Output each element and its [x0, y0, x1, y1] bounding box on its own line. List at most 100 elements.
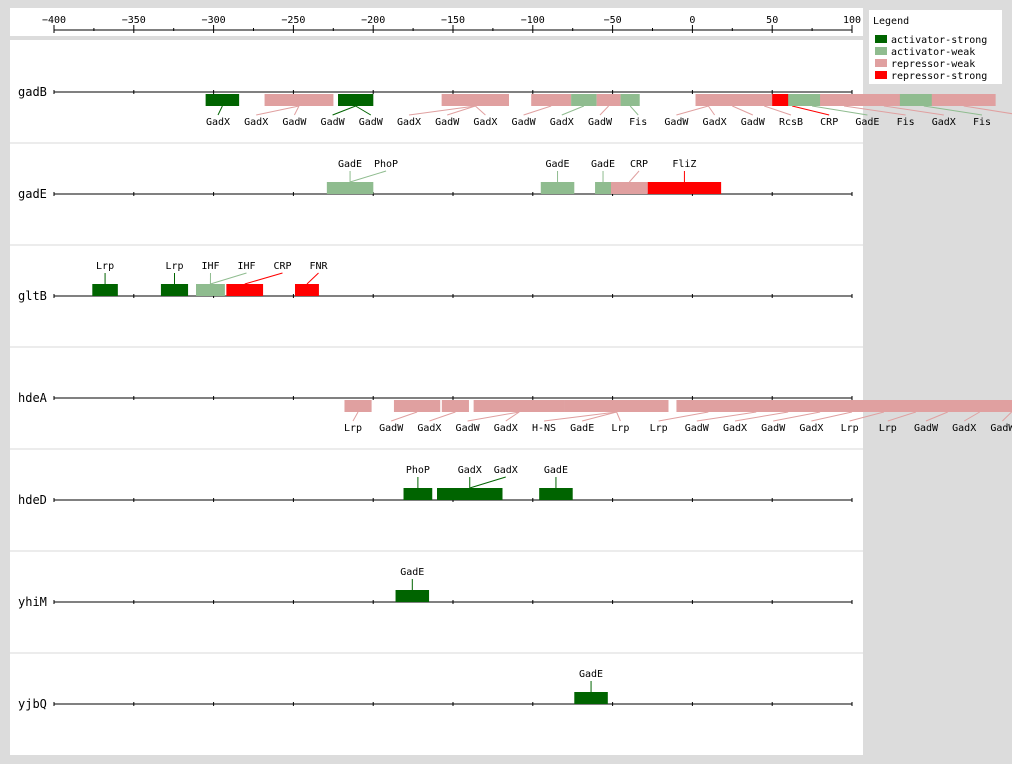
- binding-site-label: GadW: [512, 117, 537, 128]
- binding-site-label: Lrp: [879, 423, 897, 434]
- binding-site-label: IHF: [237, 261, 255, 272]
- binding-site-diagram: −400 −350 −300 −250 −200 −150 −100 −50 0 50 100 ga…: [10, 8, 1012, 755]
- binding-site-label: H-NS: [532, 423, 556, 434]
- binding-site-activator-strong[interactable]: [338, 94, 374, 106]
- binding-site-repressor-weak[interactable]: [531, 94, 572, 106]
- gene-name-label: yjbQ: [18, 697, 47, 711]
- legend-title: Legend: [873, 16, 909, 27]
- binding-site-label: GadX: [952, 423, 976, 434]
- binding-site-repressor-weak[interactable]: [441, 94, 509, 106]
- binding-site-label: GadW: [379, 423, 404, 434]
- binding-site-label: GadW: [456, 423, 481, 434]
- binding-site-label: IHF: [201, 261, 219, 272]
- legend-label-repressor-strong: repressor-strong: [891, 71, 987, 82]
- binding-site-label: GadW: [588, 117, 613, 128]
- binding-site-activator-strong[interactable]: [92, 284, 118, 296]
- binding-site-activator-strong[interactable]: [205, 94, 240, 106]
- binding-site-repressor-weak[interactable]: [564, 400, 669, 412]
- binding-site-repressor-weak[interactable]: [473, 400, 565, 412]
- binding-site-label: GadE: [338, 159, 362, 170]
- binding-site-label: Lrp: [344, 423, 362, 434]
- binding-site-label: GadW: [685, 423, 710, 434]
- legend-swatch-repressor-weak: [875, 59, 887, 67]
- binding-site-repressor-strong[interactable]: [226, 284, 264, 296]
- axis-tick-label: −100: [521, 15, 545, 26]
- axis-tick-label: 0: [689, 15, 695, 26]
- legend-swatch-activator-weak: [875, 47, 887, 55]
- axis-tick-label: −50: [604, 15, 622, 26]
- axis-tick-label: 100: [843, 15, 861, 26]
- binding-site-activator-weak[interactable]: [620, 94, 640, 106]
- axis-tick-label: −150: [441, 15, 465, 26]
- binding-site-activator-weak[interactable]: [571, 94, 597, 106]
- binding-site-label: GadX: [723, 423, 747, 434]
- binding-site-label: Lrp: [650, 423, 668, 434]
- axis-tick-label: −200: [361, 15, 385, 26]
- gene-name-label: gltB: [18, 289, 47, 303]
- binding-site-label: GadW: [321, 117, 346, 128]
- binding-site-activator-strong[interactable]: [403, 488, 433, 500]
- binding-site-label: GadE: [400, 567, 424, 578]
- binding-site-label: GadW: [741, 117, 766, 128]
- binding-site-label: RcsB: [779, 117, 803, 128]
- binding-site-label: PhoP: [374, 159, 398, 170]
- binding-site-label: GadW: [359, 117, 384, 128]
- axis-tick-label: −250: [281, 15, 305, 26]
- binding-site-label: GadX: [417, 423, 441, 434]
- binding-site-label: GadX: [494, 465, 518, 476]
- binding-site-activator-strong[interactable]: [395, 590, 430, 602]
- binding-site-repressor-weak[interactable]: [393, 400, 441, 412]
- site-leader: [887, 411, 916, 422]
- binding-site-activator-strong[interactable]: [574, 692, 608, 704]
- binding-site-label: GadX: [458, 465, 482, 476]
- binding-site-label: GadW: [914, 423, 939, 434]
- axis-tick-label: −400: [42, 15, 66, 26]
- binding-site-activator-weak[interactable]: [540, 182, 575, 194]
- binding-site-repressor-weak[interactable]: [344, 400, 372, 412]
- site-leader: [925, 411, 948, 422]
- binding-site-label: Fis: [973, 117, 991, 128]
- binding-site-activator-weak[interactable]: [326, 182, 374, 194]
- binding-site-label: FNR: [309, 261, 328, 272]
- binding-site-label: GadX: [206, 117, 230, 128]
- legend: Legend activator-strongactivator-weak repr…: [869, 10, 1002, 84]
- binding-site-activator-weak[interactable]: [196, 284, 225, 296]
- binding-site-label: GadW: [282, 117, 307, 128]
- binding-site-label: GadW: [990, 423, 1012, 434]
- binding-site-label: CRP: [630, 159, 648, 170]
- binding-site-label: Lrp: [841, 423, 859, 434]
- binding-site-repressor-weak[interactable]: [264, 94, 334, 106]
- binding-site-activator-strong[interactable]: [539, 488, 573, 500]
- binding-site-label: GadE: [545, 159, 569, 170]
- legend-label-activator-weak: activator-weak: [891, 47, 975, 58]
- binding-site-repressor-strong[interactable]: [647, 182, 722, 194]
- binding-site-repressor-weak[interactable]: [441, 400, 469, 412]
- binding-site-label: GadW: [664, 117, 689, 128]
- binding-site-repressor-weak[interactable]: [596, 94, 621, 106]
- binding-site-repressor-weak[interactable]: [979, 400, 1012, 412]
- binding-site-label: GadX: [550, 117, 574, 128]
- binding-site-activator-strong[interactable]: [437, 488, 503, 500]
- binding-site-activator-strong[interactable]: [160, 284, 189, 296]
- binding-site-repressor-weak[interactable]: [931, 94, 996, 106]
- binding-site-label: GadX: [244, 117, 268, 128]
- binding-site-label: GadE: [570, 423, 594, 434]
- gene-name-label: gadE: [18, 187, 47, 201]
- binding-site-label: Lrp: [96, 261, 114, 272]
- binding-site-label: GadX: [397, 117, 421, 128]
- binding-site-activator-weak[interactable]: [595, 182, 612, 194]
- gene-name-label: hdeD: [18, 493, 47, 507]
- binding-site-label: Lrp: [611, 423, 629, 434]
- binding-site-repressor-strong[interactable]: [294, 284, 319, 296]
- binding-site-repressor-weak[interactable]: [611, 182, 648, 194]
- legend-swatch-activator-strong: [875, 35, 887, 43]
- binding-site-label: CRP: [273, 261, 291, 272]
- binding-site-label: GadW: [435, 117, 460, 128]
- axis-tick-label: 50: [766, 15, 778, 26]
- legend-swatch-repressor-strong: [875, 71, 887, 79]
- site-leader: [1002, 411, 1012, 422]
- legend-label-activator-strong: activator-strong: [891, 35, 987, 46]
- binding-site-label: Fis: [897, 117, 915, 128]
- binding-site-label: Lrp: [165, 261, 183, 272]
- binding-site-label: GadE: [591, 159, 615, 170]
